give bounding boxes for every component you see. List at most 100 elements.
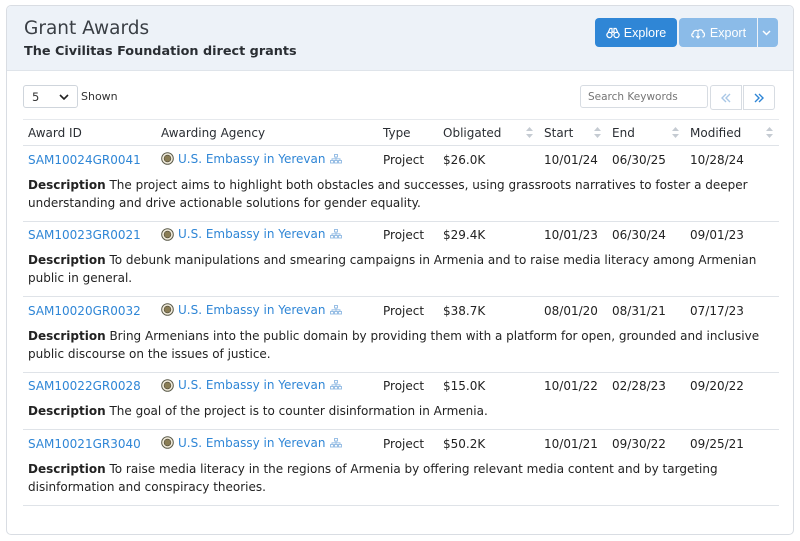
start-date-cell: 10/01/22 [544,379,598,394]
explore-button-label: Explore [623,25,667,40]
next-page-button[interactable] [743,85,775,110]
award-id-cell: SAM10020GR0032 [23,297,156,325]
agency-link[interactable]: U.S. Embassy in Yerevan [161,378,342,392]
org-tree-icon[interactable] [329,229,342,239]
end-date-cell: 09/30/22 [612,436,666,451]
shown-label: Shown [81,90,118,103]
table-row: SAM10020GR0032 U.S. Embassy in Yerevan Pro… [23,297,779,325]
agency-name: U.S. Embassy in Yerevan [178,151,326,166]
agency-name: U.S. Embassy in Yerevan [178,302,326,317]
sort-icon [526,127,533,138]
seal-icon [161,378,174,392]
start-date-cell: 08/01/20 [544,303,598,318]
agency-name: U.S. Embassy in Yerevan [178,227,326,241]
agency-link[interactable]: U.S. Embassy in Yerevan [161,303,342,317]
award-id-cell: SAM10021GR3040 [23,430,156,458]
column-header-award-id[interactable]: Award ID [23,119,156,146]
org-tree-icon[interactable] [329,304,342,315]
chevron-down-icon [761,29,771,36]
start-date-cell: 10/01/24 [544,152,598,167]
search-input[interactable] [580,85,708,108]
agency-cell: U.S. Embassy in Yerevan [156,146,378,174]
agency-name: U.S. Embassy in Yerevan [178,378,326,392]
column-header-start[interactable]: Start [539,119,607,146]
seal-icon [161,227,174,241]
agency-cell: U.S. Embassy in Yerevan [156,297,378,325]
description-row: Description To debunk manipulations and … [23,249,779,297]
description-row: Description Bring Armenians into the pub… [23,324,779,373]
agency-link[interactable]: U.S. Embassy in Yerevan [161,227,342,241]
description-label: Description [28,404,106,418]
export-button-label: Export [709,25,747,40]
obligated-cell: $29.4K [443,228,486,243]
type-cell: Project [383,379,425,394]
award-id-link[interactable]: SAM10024GR0041 [28,153,141,167]
description-cell: Description The goal of the project is t… [23,400,779,430]
description-label: Description [28,177,106,192]
modified-date-cell: 09/25/21 [690,436,744,451]
award-id-link[interactable]: SAM10023GR0021 [28,228,141,242]
column-header-type[interactable]: Type [378,119,438,146]
agency-link[interactable]: U.S. Embassy in Yerevan [161,436,342,450]
explore-button[interactable]: Explore [595,18,677,47]
award-id-link[interactable]: SAM10020GR0032 [28,304,141,318]
obligated-cell: $26.0K [443,152,486,167]
table-row: SAM10021GR3040 U.S. Embassy in Yerevan Pro… [23,430,779,458]
end-date-cell: 06/30/24 [612,228,666,243]
org-tree-icon[interactable] [329,380,342,390]
description-row: Description To raise media literacy in t… [23,457,779,506]
agency-link[interactable]: U.S. Embassy in Yerevan [161,152,342,166]
agency-cell: U.S. Embassy in Yerevan [156,221,378,249]
table-header-row: Award ID Awarding Agency Type Obligated … [23,119,779,146]
obligated-cell: $15.0K [443,379,486,394]
sort-icon [594,127,601,138]
agency-name: U.S. Embassy in Yerevan [178,435,326,450]
double-chevron-right-icon [754,93,764,102]
table-toolbar: 5 Shown [7,84,793,114]
description-text: To raise media literacy in the regions o… [28,461,718,494]
modified-date-cell: 09/01/23 [690,228,744,243]
export-button[interactable]: Export [679,18,757,47]
description-cell: Description Bring Armenians into the pub… [23,324,779,373]
modified-date-cell: 10/28/24 [690,152,744,167]
description-cell: Description To debunk manipulations and … [23,249,779,297]
type-cell: Project [383,303,425,318]
seal-icon [161,436,174,449]
table-row: SAM10022GR0028 U.S. Embassy in Yerevan Pro… [23,372,779,400]
modified-date-cell: 09/20/22 [690,379,744,394]
description-label: Description [28,328,106,343]
page-subtitle: The Civilitas Foundation direct grants [24,44,297,59]
seal-icon [161,152,174,165]
award-id-cell: SAM10023GR0021 [23,221,156,249]
description-row: Description The goal of the project is t… [23,400,779,430]
org-tree-icon[interactable] [329,153,342,164]
column-header-awarding-agency[interactable]: Awarding Agency [156,119,378,146]
export-options-dropdown[interactable] [758,18,778,47]
obligated-cell: $38.7K [443,303,486,318]
double-chevron-left-icon [721,93,731,102]
agency-cell: U.S. Embassy in Yerevan [156,372,378,400]
org-tree-icon[interactable] [329,437,342,448]
binoculars-icon [606,27,620,38]
award-id-cell: SAM10022GR0028 [23,372,156,400]
column-header-obligated[interactable]: Obligated [438,119,539,146]
description-text: The project aims to highlight both obsta… [28,177,748,210]
start-date-cell: 10/01/21 [544,436,598,451]
column-header-modified[interactable]: Modified [685,119,779,146]
column-header-end[interactable]: End [607,119,685,146]
agency-cell: U.S. Embassy in Yerevan [156,430,378,458]
chevron-down-icon [59,93,69,100]
start-date-cell: 10/01/23 [544,228,598,243]
sort-icon [766,127,773,138]
card-header: Grant Awards The Civilitas Foundation di… [7,6,793,71]
award-id-cell: SAM10024GR0041 [23,146,156,174]
end-date-cell: 02/28/23 [612,379,666,394]
description-row: Description The project aims to highligh… [23,173,779,222]
award-id-link[interactable]: SAM10021GR3040 [28,437,141,451]
previous-page-button[interactable] [710,85,742,110]
description-text: Bring Armenians into the public domain b… [28,328,760,361]
page-size-select[interactable]: 5 [23,85,78,108]
table-row: SAM10023GR0021 U.S. Embassy in Yerevan Pro… [23,221,779,249]
award-id-link[interactable]: SAM10022GR0028 [28,379,141,393]
awards-table-body: SAM10024GR0041 U.S. Embassy in Yerevan Pro… [23,146,779,506]
